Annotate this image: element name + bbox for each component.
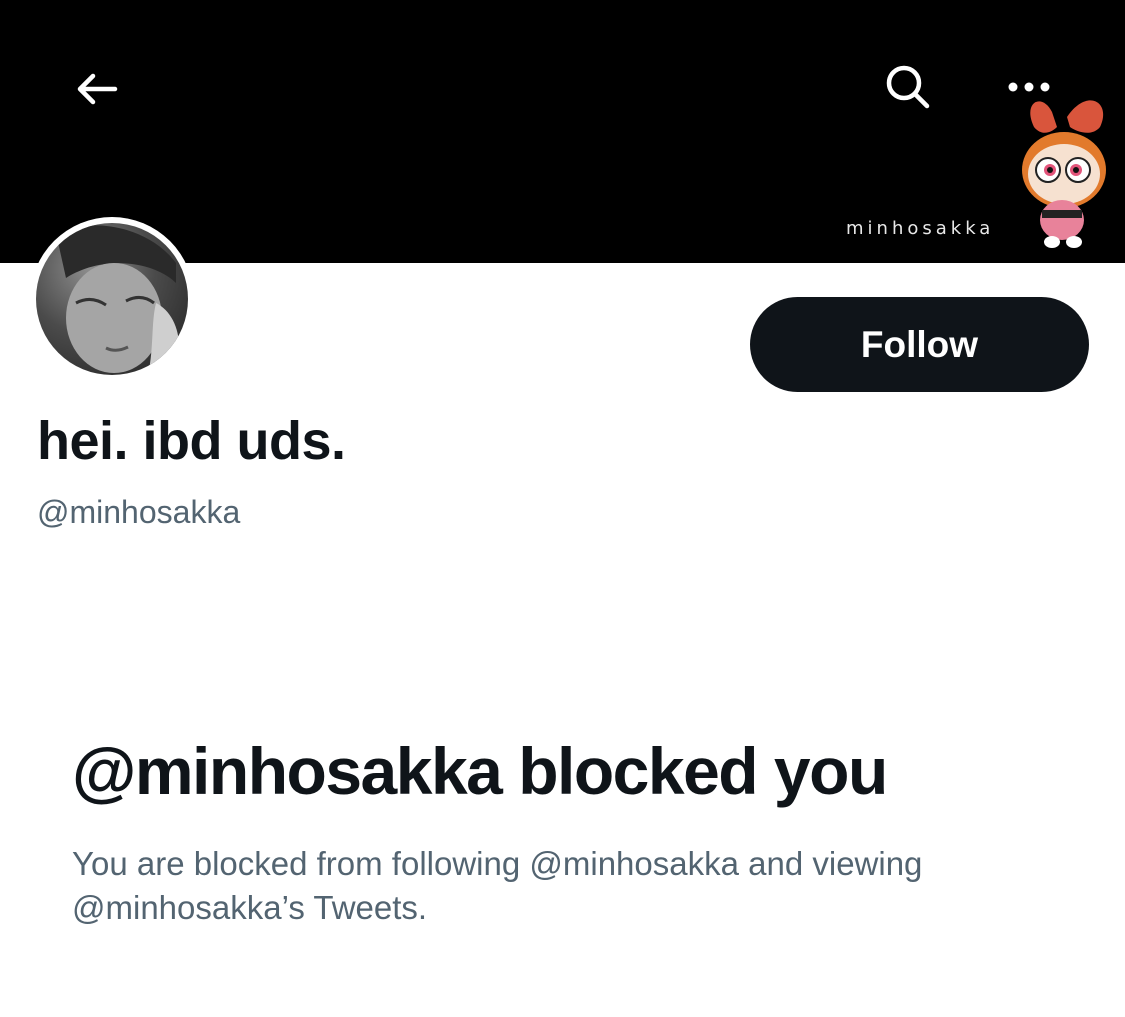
profile-banner: minhosakka [0,0,1125,263]
profile-handle: @minhosakka [37,494,241,530]
banner-watermark: minhosakka [846,218,995,239]
blocked-title: @minhosakka blocked you [72,734,888,808]
back-button[interactable] [62,54,132,124]
avatar[interactable] [30,217,194,381]
profile-page: minhosakka Follow hei. ibd uds. @minhosa… [0,0,1125,1017]
search-icon [886,65,930,109]
profile-display-name: hei. ibd uds. [37,411,346,471]
follow-button[interactable]: Follow [750,297,1089,392]
arrow-left-icon [77,73,118,105]
avatar-image [36,223,188,375]
banner-cartoon-character [1022,100,1106,248]
blocked-description: You are blocked from following @minhosak… [72,845,923,926]
search-button[interactable] [873,52,943,122]
avatar-portrait [56,225,180,375]
